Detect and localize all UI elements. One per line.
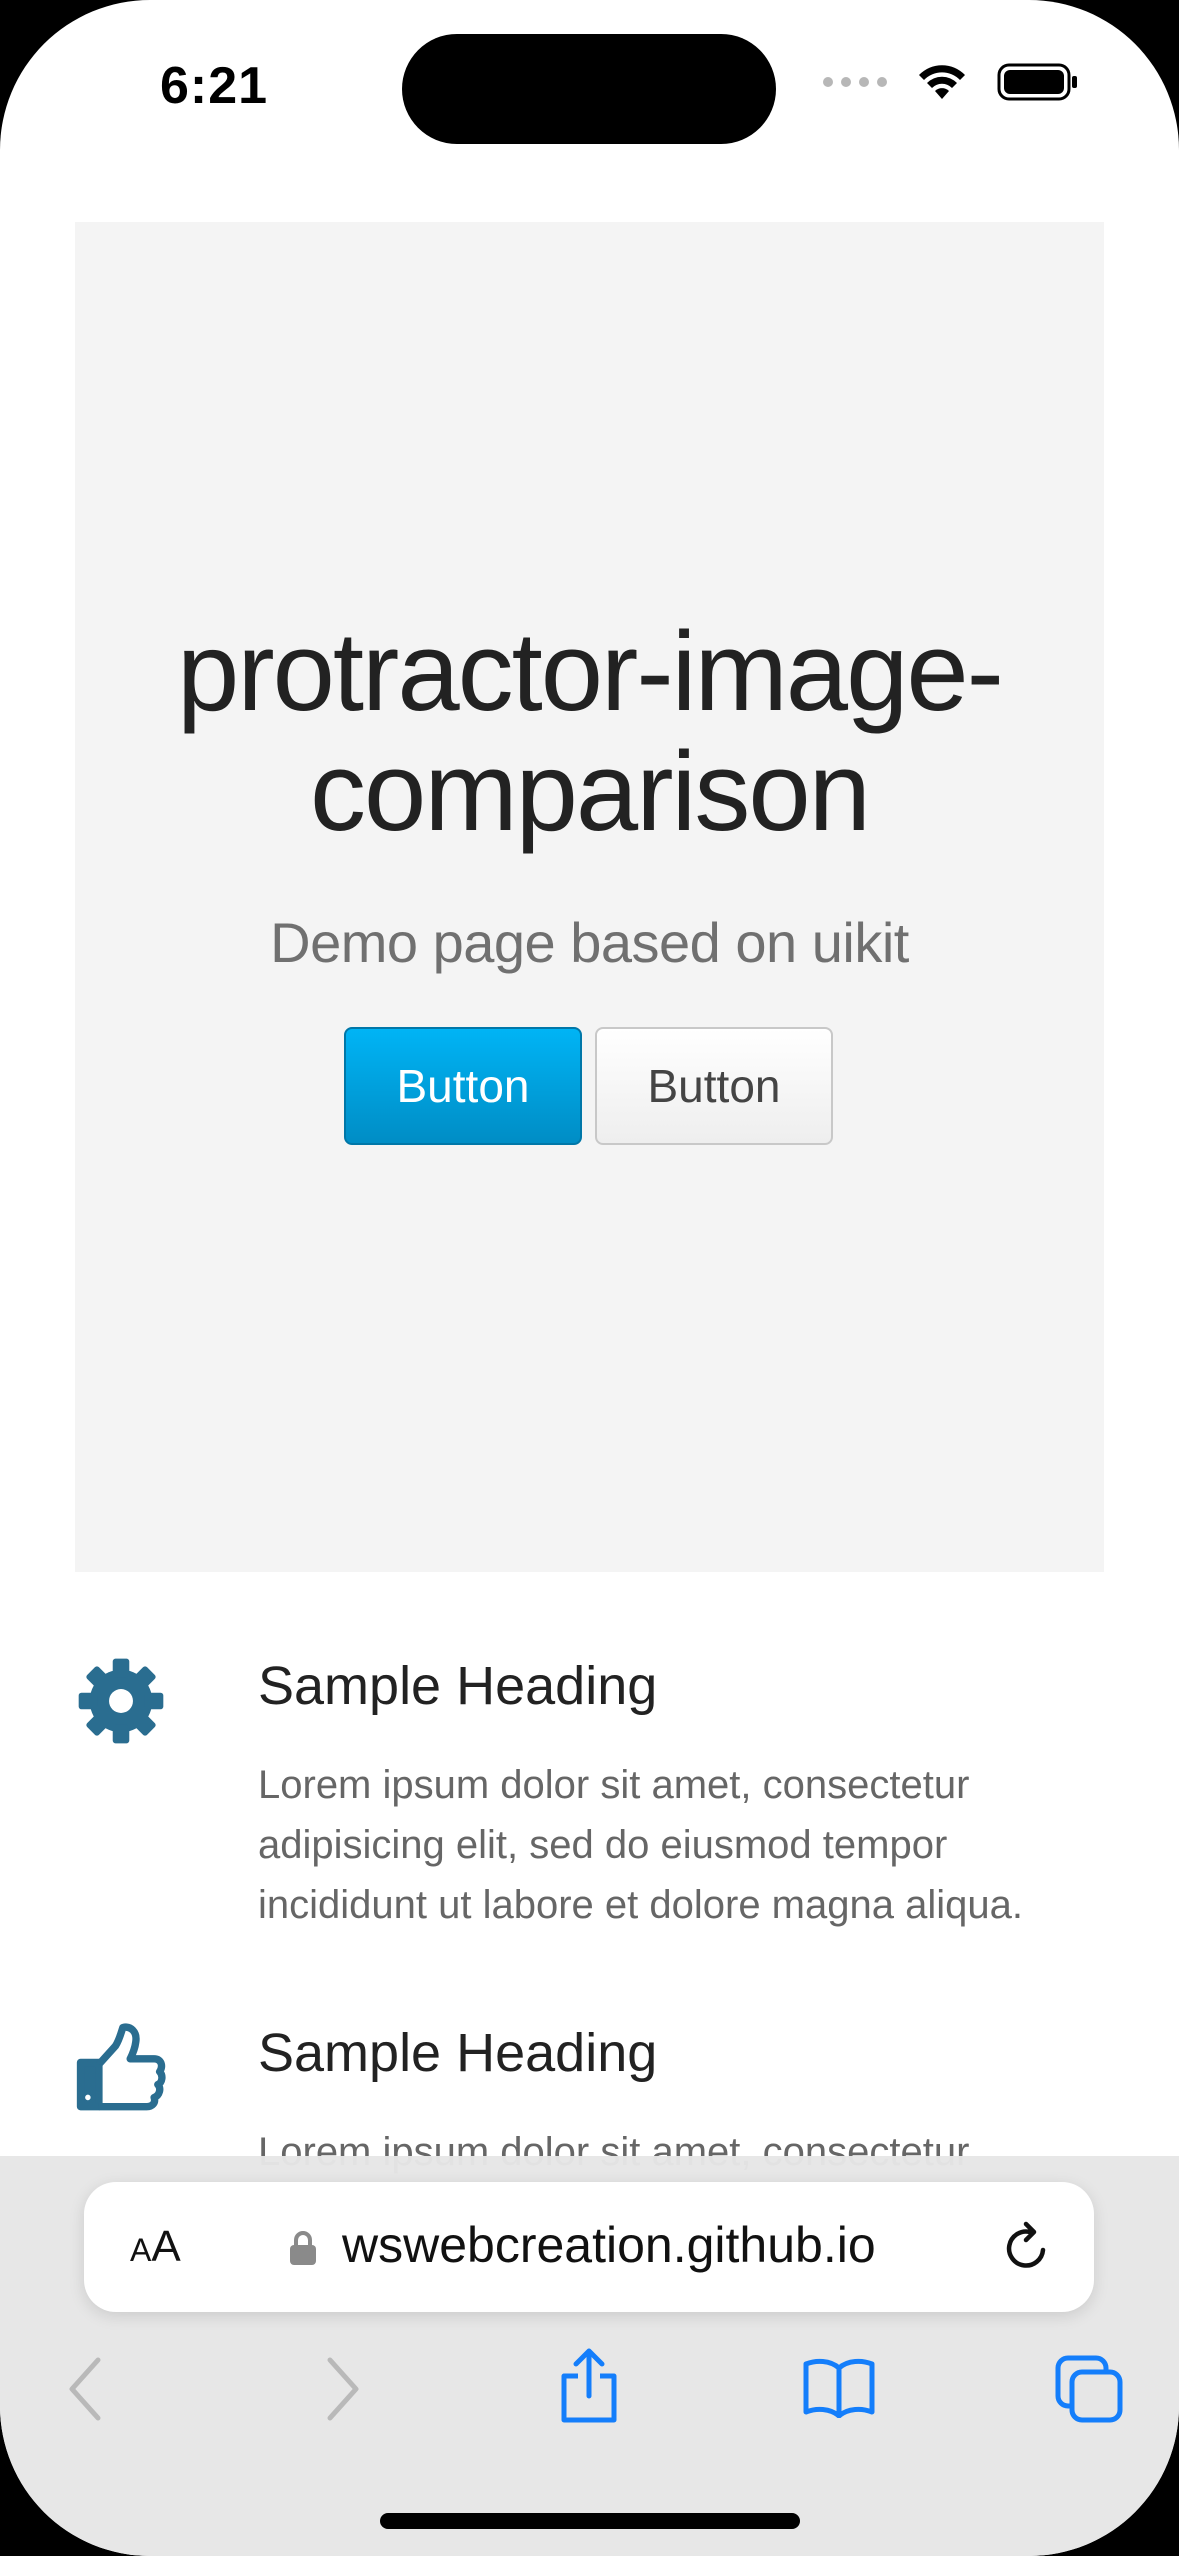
share-icon[interactable] [558,2346,620,2426]
feature-text: Lorem ipsum dolor sit amet, consectetur … [258,1763,1023,1927]
battery-icon [997,63,1077,101]
primary-button[interactable]: Button [344,1027,582,1145]
tabs-icon[interactable] [1054,2354,1124,2424]
hero-subtitle: Demo page based on uikit [270,911,909,974]
default-button[interactable]: Button [595,1027,833,1145]
status-time: 6:21 [160,57,269,115]
gear-icon [78,1658,164,1744]
reload-icon[interactable] [1000,2220,1054,2274]
address-bar[interactable]: AA wswebcreation.github.io [84,2182,1094,2312]
phone-screen: 6:21 protractor-image-comparison Demo pa… [0,0,1179,2556]
dynamic-island [402,34,776,144]
feature-heading: Sample Heading [258,1656,658,1716]
home-indicator [380,2513,800,2529]
url-text[interactable]: wswebcreation.github.io [342,2216,876,2274]
thumbs-up-icon [76,2023,166,2111]
browser-toolbar: AA wswebcreation.github.io [0,2156,1179,2556]
text-size-button[interactable]: AA [130,2222,181,2272]
hero-section: protractor-image-comparison Demo page ba… [75,222,1104,1572]
wifi-icon [919,65,965,99]
lock-icon [290,2231,316,2265]
feature-heading: Sample Heading [258,2023,658,2083]
bookmarks-icon[interactable] [802,2356,876,2418]
page-title: protractor-image-comparison [177,609,1004,854]
forward-icon[interactable] [322,2354,362,2424]
cellular-signal-icon [823,77,887,87]
status-icons [823,62,1079,102]
back-icon[interactable] [66,2354,106,2424]
